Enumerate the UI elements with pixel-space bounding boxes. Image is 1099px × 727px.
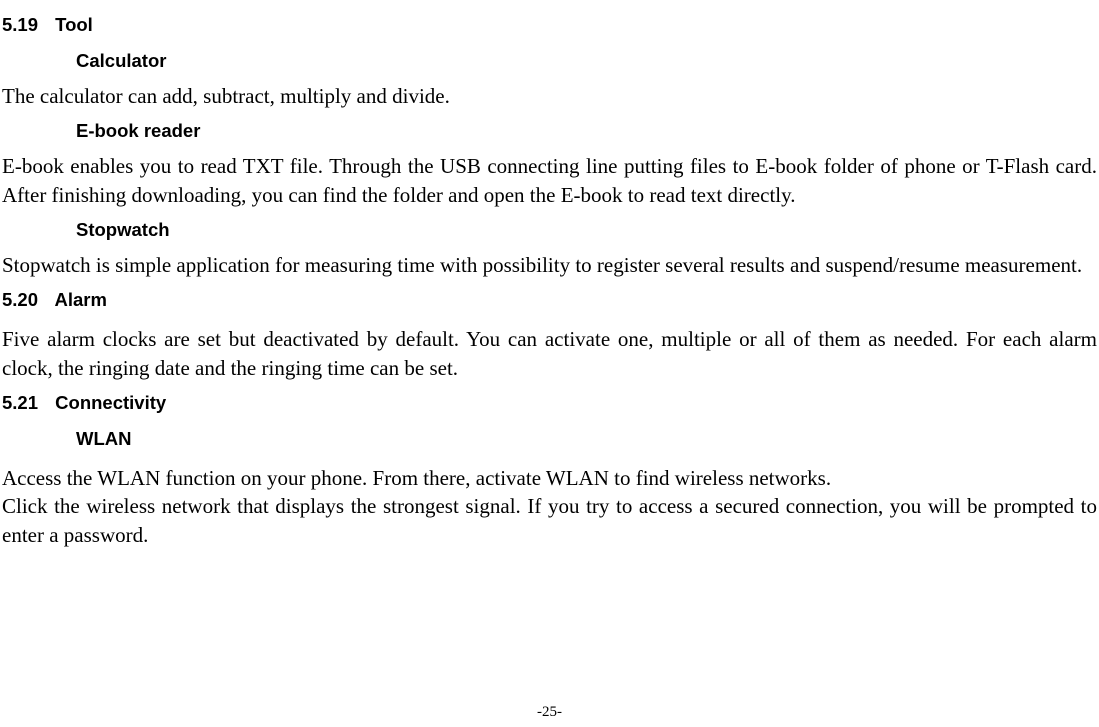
section-5-20-heading: 5.20 Alarm (2, 289, 1097, 311)
wlan-heading: WLAN (76, 428, 1097, 450)
section-title: Connectivity (55, 392, 166, 413)
stopwatch-text: Stopwatch is simple application for meas… (2, 251, 1097, 279)
section-title: Tool (55, 14, 93, 35)
wlan-text-2: Click the wireless network that displays… (2, 492, 1097, 549)
alarm-text: Five alarm clocks are set but deactivate… (2, 325, 1097, 382)
section-5-21-heading: 5.21 Connectivity (2, 392, 1097, 414)
section-number: 5.21 (2, 392, 38, 414)
wlan-text-1: Access the WLAN function on your phone. … (2, 464, 1097, 492)
ebook-heading: E-book reader (76, 120, 1097, 142)
ebook-text: E-book enables you to read TXT file. Thr… (2, 152, 1097, 209)
section-5-19-heading: 5.19 Tool (2, 14, 1097, 36)
calculator-text: The calculator can add, subtract, multip… (2, 82, 1097, 110)
section-number: 5.19 (2, 14, 38, 36)
section-title: Alarm (54, 289, 106, 310)
stopwatch-heading: Stopwatch (76, 219, 1097, 241)
page-number: -25- (537, 704, 562, 721)
calculator-heading: Calculator (76, 50, 1097, 72)
section-number: 5.20 (2, 289, 38, 311)
